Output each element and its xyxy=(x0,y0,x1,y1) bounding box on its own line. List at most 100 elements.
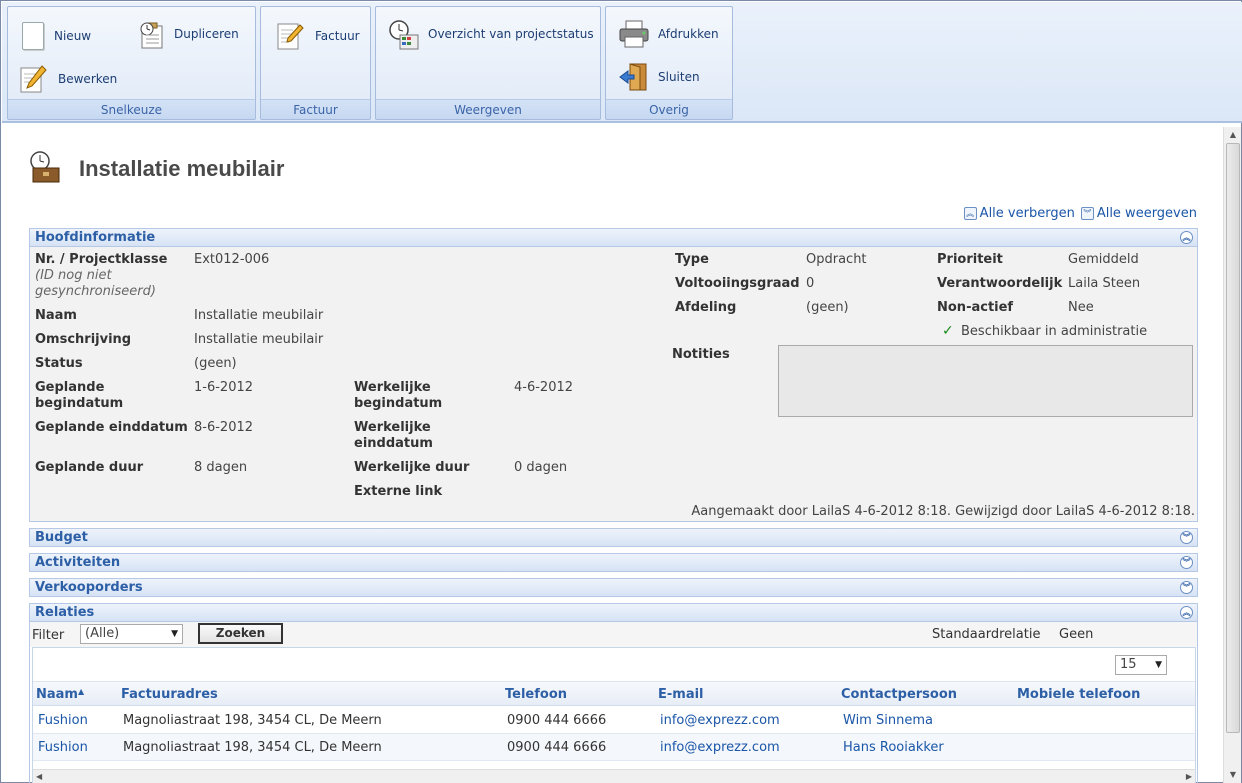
invoice-button-label: Factuur xyxy=(315,29,360,43)
afdeling-value: (geen) xyxy=(806,300,849,315)
project-status-icon xyxy=(388,19,419,50)
section-title: Budget xyxy=(35,530,88,545)
horizontal-scrollbar[interactable]: ◀ ▶ xyxy=(33,769,1195,783)
expand-icon[interactable]: ︾ xyxy=(1180,531,1193,544)
hoofdinformatie-panel: Nr. / Projectklasse (ID nog niet gesynchr… xyxy=(29,247,1198,522)
contact-person-link[interactable]: Wim Sinnema xyxy=(843,713,933,728)
ribbon-group-factuur: Factuur Factuur xyxy=(260,6,371,120)
project-status-overview-label: Overzicht van projectstatus xyxy=(428,27,594,41)
relation-name-link[interactable]: Fushion xyxy=(38,713,88,728)
ribbon-group-snelkeuze: Nieuw Dupliceren Bewerken Snelkeuze xyxy=(7,6,256,120)
table-header: Naam▲ Factuuradres Telefoon E-mail Conta… xyxy=(33,681,1195,706)
column-contactpersoon[interactable]: Contactpersoon xyxy=(841,687,957,702)
notities-field[interactable] xyxy=(778,345,1193,417)
table-row[interactable]: Fushion Magnoliastraat 198, 3454 CL, De … xyxy=(33,707,1195,734)
section-activiteiten-header[interactable]: Activiteiten ︾ xyxy=(29,553,1198,572)
expand-icon: ︾ xyxy=(1080,207,1094,220)
scroll-up-icon[interactable]: ▲ xyxy=(1224,127,1242,143)
column-email[interactable]: E-mail xyxy=(658,687,704,702)
ribbon-group-label: Weergeven xyxy=(376,99,600,119)
edit-pencil-icon xyxy=(18,64,48,94)
edit-button[interactable]: Bewerken xyxy=(18,62,117,96)
collapse-icon[interactable]: ︽ xyxy=(1180,231,1193,244)
section-toggle-controls: ︽ Alle verbergen ︾ Alle weergeven xyxy=(963,206,1197,221)
hide-all-label: Alle verbergen xyxy=(979,206,1075,221)
close-button[interactable]: Sluiten xyxy=(618,60,700,94)
relaties-panel: Filter (Alle) ▼ Zoeken Standaardrelatie … xyxy=(29,622,1198,783)
chevron-down-icon: ▼ xyxy=(1155,660,1162,670)
geplande-begindatum-value: 1-6-2012 xyxy=(194,380,254,395)
invoice-button[interactable]: Factuur xyxy=(275,19,360,53)
section-relaties-header[interactable]: Relaties ︽ xyxy=(29,603,1198,622)
new-document-icon xyxy=(22,22,44,50)
scroll-down-icon[interactable]: ▼ xyxy=(1224,767,1242,783)
omschrijving-label: Omschrijving xyxy=(35,332,132,347)
project-status-overview-button[interactable]: Overzicht van projectstatus xyxy=(388,17,594,51)
non-actief-value: Nee xyxy=(1068,300,1094,315)
project-status-icon xyxy=(29,150,61,188)
expand-icon[interactable]: ︾ xyxy=(1180,556,1193,569)
column-mobiele-telefoon[interactable]: Mobiele telefoon xyxy=(1017,687,1140,702)
type-value: Opdracht xyxy=(806,252,867,267)
invoice-address: Magnoliastraat 198, 3454 CL, De Meern xyxy=(123,740,382,755)
phone: 0900 444 6666 xyxy=(507,713,607,728)
nr-label: Nr. / Projectklasse (ID nog niet gesynchr… xyxy=(35,252,185,300)
filter-select[interactable]: (Alle) ▼ xyxy=(80,624,183,644)
standaardrelatie-label: Standaardrelatie xyxy=(932,627,1041,642)
relaties-table: 15 ▼ Naam▲ Factuuradres Telefoon E-mail … xyxy=(32,647,1196,783)
prioriteit-label: Prioriteit xyxy=(937,252,1003,267)
edit-button-label: Bewerken xyxy=(58,72,118,86)
filter-label: Filter xyxy=(32,628,65,643)
contact-person-link[interactable]: Hans Rooiakker xyxy=(843,740,944,755)
email-link[interactable]: info@exprezz.com xyxy=(660,713,780,728)
page-title: Installatie meubilair xyxy=(79,156,285,181)
scrollbar-thumb[interactable] xyxy=(1226,143,1240,733)
non-actief-label: Non-actief xyxy=(937,300,1014,315)
page-header: Installatie meubilair xyxy=(29,149,284,189)
duplicate-button-label: Dupliceren xyxy=(174,27,239,41)
column-naam[interactable]: Naam▲ xyxy=(36,687,84,702)
column-factuuradres[interactable]: Factuuradres xyxy=(121,687,218,702)
show-all-button[interactable]: ︾ Alle weergeven xyxy=(1080,206,1197,221)
section-hoofdinformatie-header[interactable]: Hoofdinformatie ︽ xyxy=(29,228,1198,247)
section-budget-header[interactable]: Budget ︾ xyxy=(29,528,1198,547)
table-row[interactable]: Fushion Magnoliastraat 198, 3454 CL, De … xyxy=(33,734,1195,761)
werkelijke-begindatum-value: 4-6-2012 xyxy=(514,380,574,395)
checkmark-icon: ✓ xyxy=(942,323,954,339)
invoice-address: Magnoliastraat 198, 3454 CL, De Meern xyxy=(123,713,382,728)
collapse-icon: ︽ xyxy=(963,207,977,220)
voltooiingsgraad-value: 0 xyxy=(806,276,815,291)
ribbon-group-overig: Afdrukken Sluiten Overig xyxy=(605,6,733,120)
scroll-right-icon[interactable]: ▶ xyxy=(1186,772,1192,781)
content-area: Installatie meubilair ︽ Alle verbergen ︾ A… xyxy=(29,127,1199,783)
duplicate-button[interactable]: Dupliceren xyxy=(138,17,239,51)
duplicate-icon xyxy=(138,20,164,49)
close-button-label: Sluiten xyxy=(658,70,700,84)
ribbon-group-label: Overig xyxy=(606,99,732,119)
geplande-begindatum-label: Geplande begindatum xyxy=(35,380,124,411)
search-button[interactable]: Zoeken xyxy=(198,623,283,644)
naam-label: Naam xyxy=(35,308,77,323)
expand-icon[interactable]: ︾ xyxy=(1180,581,1193,594)
column-telefoon[interactable]: Telefoon xyxy=(505,687,567,702)
vertical-scrollbar[interactable]: ▲ ▼ xyxy=(1223,127,1241,783)
prioriteit-value: Gemiddeld xyxy=(1068,252,1139,267)
section-verkooporders-header[interactable]: Verkooporders ︾ xyxy=(29,578,1198,597)
email-link[interactable]: info@exprezz.com xyxy=(660,740,780,755)
scroll-left-icon[interactable]: ◀ xyxy=(36,772,42,781)
standaardrelatie-value: Geen xyxy=(1059,627,1094,642)
beschikbaar-checkbox[interactable]: ✓ Beschikbaar in administratie xyxy=(942,324,1147,339)
status-label: Status xyxy=(35,356,83,371)
page-size-value: 15 xyxy=(1120,657,1137,672)
chevron-down-icon: ▼ xyxy=(171,629,178,639)
audit-info: Aangemaakt door LailaS 4-6-2012 8:18. Ge… xyxy=(691,504,1195,519)
collapse-icon[interactable]: ︽ xyxy=(1180,606,1193,619)
verantwoordelijk-value: Laila Steen xyxy=(1068,276,1141,291)
relation-name-link[interactable]: Fushion xyxy=(38,740,88,755)
new-button[interactable]: Nieuw xyxy=(18,19,91,53)
print-button[interactable]: Afdrukken xyxy=(618,17,719,51)
status-value: (geen) xyxy=(194,356,237,371)
hide-all-button[interactable]: ︽ Alle verbergen xyxy=(963,206,1075,221)
page-size-select[interactable]: 15 ▼ xyxy=(1115,655,1167,675)
geplande-einddatum-label: Geplande einddatum xyxy=(35,420,188,435)
